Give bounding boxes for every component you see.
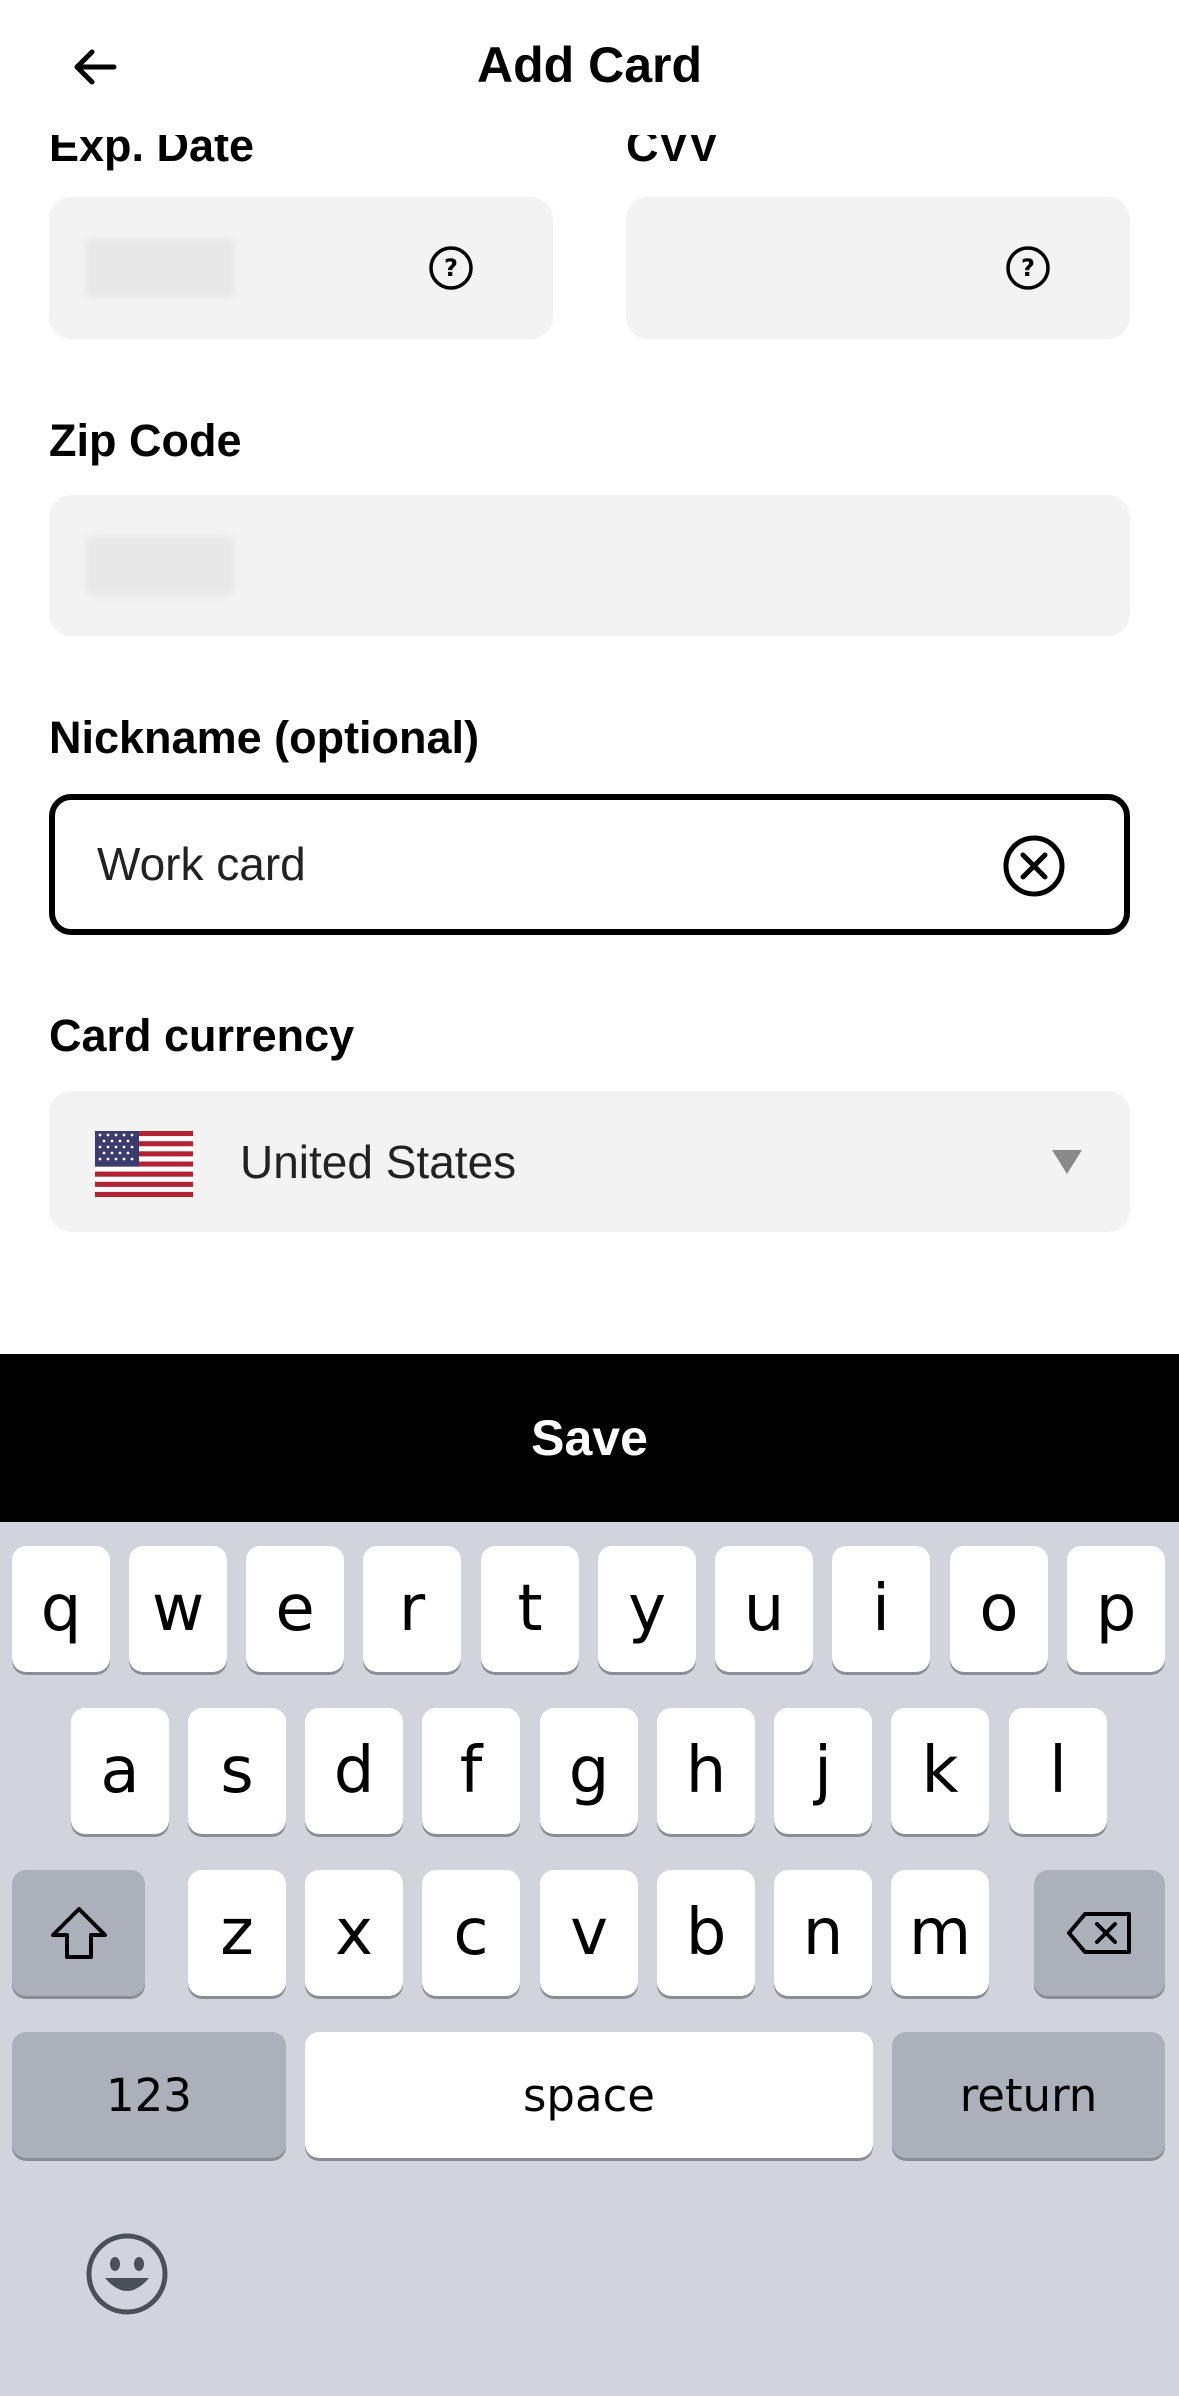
return-key[interactable]: return bbox=[892, 2032, 1165, 2158]
key-y[interactable]: y bbox=[598, 1546, 696, 1672]
key-r[interactable]: r bbox=[363, 1546, 461, 1672]
svg-text:?: ? bbox=[1021, 254, 1035, 282]
card-currency-label: Card currency bbox=[49, 1010, 355, 1061]
key-z[interactable]: z bbox=[188, 1870, 286, 1996]
cvv-help-button[interactable]: ? bbox=[1004, 244, 1052, 292]
card-currency-value: United States bbox=[240, 1136, 517, 1188]
shift-arrow-icon bbox=[50, 1907, 107, 1959]
key-o[interactable]: o bbox=[950, 1546, 1048, 1672]
question-circle-icon: ? bbox=[1006, 246, 1050, 290]
key-f[interactable]: f bbox=[422, 1708, 520, 1834]
clear-nickname-button[interactable] bbox=[1000, 832, 1068, 900]
zip-code-label: Zip Code bbox=[49, 415, 242, 466]
key-g[interactable]: g bbox=[540, 1708, 638, 1834]
key-v[interactable]: v bbox=[540, 1870, 638, 1996]
clear-circle-x-icon bbox=[1003, 835, 1065, 897]
card-currency-select[interactable] bbox=[49, 1091, 1130, 1232]
backspace-icon bbox=[1066, 1912, 1131, 1954]
page-title: Add Card bbox=[477, 37, 702, 93]
nickname-input-value[interactable]: Work card bbox=[97, 834, 306, 894]
key-s[interactable]: s bbox=[188, 1708, 286, 1834]
key-i[interactable]: i bbox=[832, 1546, 930, 1672]
key-x[interactable]: x bbox=[305, 1870, 403, 1996]
svg-text:?: ? bbox=[444, 254, 458, 282]
exp-date-help-button[interactable]: ? bbox=[427, 244, 475, 292]
cvv-field[interactable] bbox=[626, 197, 1130, 339]
backspace-key[interactable] bbox=[1034, 1870, 1165, 1996]
emoji-button[interactable] bbox=[85, 2232, 169, 2316]
numbers-key[interactable]: 123 bbox=[12, 2032, 286, 2158]
save-button[interactable]: Save bbox=[0, 1354, 1179, 1522]
zip-code-masked-value bbox=[85, 536, 235, 596]
us-flag-icon bbox=[95, 1131, 193, 1197]
key-u[interactable]: u bbox=[715, 1546, 813, 1672]
key-h[interactable]: h bbox=[657, 1708, 755, 1834]
key-j[interactable]: j bbox=[774, 1708, 872, 1834]
caret-down-icon bbox=[1052, 1150, 1082, 1174]
key-e[interactable]: e bbox=[246, 1546, 344, 1672]
key-c[interactable]: c bbox=[422, 1870, 520, 1996]
key-k[interactable]: k bbox=[891, 1708, 989, 1834]
key-a[interactable]: a bbox=[71, 1708, 169, 1834]
key-b[interactable]: b bbox=[657, 1870, 755, 1996]
key-w[interactable]: w bbox=[129, 1546, 227, 1672]
key-m[interactable]: m bbox=[891, 1870, 989, 1996]
space-key[interactable]: space bbox=[305, 2032, 873, 2158]
question-circle-icon: ? bbox=[429, 246, 473, 290]
key-d[interactable]: d bbox=[305, 1708, 403, 1834]
keyboard: q w e r t y u i o p a s d f g h j k l z … bbox=[0, 1522, 1179, 2396]
key-n[interactable]: n bbox=[774, 1870, 872, 1996]
key-l[interactable]: l bbox=[1009, 1708, 1107, 1834]
exp-date-masked-value bbox=[85, 238, 235, 298]
key-t[interactable]: t bbox=[481, 1546, 579, 1672]
key-q[interactable]: q bbox=[12, 1546, 110, 1672]
nickname-label: Nickname (optional) bbox=[49, 712, 480, 763]
save-button-label: Save bbox=[531, 1410, 648, 1466]
shift-key[interactable] bbox=[12, 1870, 145, 1996]
emoji-face-icon bbox=[86, 2233, 168, 2315]
key-p[interactable]: p bbox=[1067, 1546, 1165, 1672]
